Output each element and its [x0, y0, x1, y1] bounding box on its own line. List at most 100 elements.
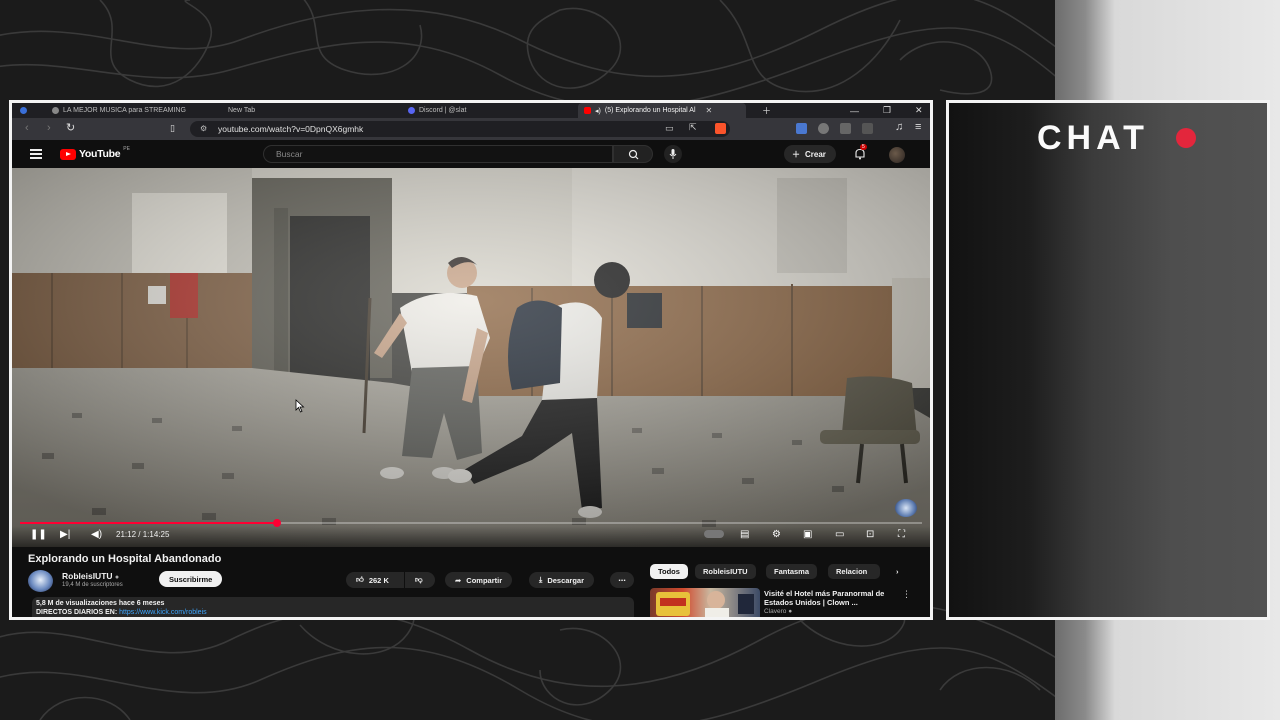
tab-youtube-active[interactable]: ◂) (5) Explorando un Hospital Al ✕ [578, 103, 746, 118]
live-indicator-dot [1176, 128, 1196, 148]
settings-gear-icon[interactable]: ⚙ [772, 529, 781, 540]
dislike-button[interactable]: 👎︎ [405, 572, 435, 588]
progress-played [20, 522, 277, 524]
miniplayer-icon[interactable]: ▣ [803, 529, 812, 540]
download-button[interactable]: ⤓ Descargar [529, 572, 595, 588]
views-and-date: 5,8 M de visualizaciones hace 6 meses [36, 600, 165, 607]
chips-next-icon[interactable]: › [888, 564, 907, 579]
tab-label: (5) Explorando un Hospital Al [604, 107, 696, 114]
notification-count-badge: 5 [860, 144, 867, 150]
tab-label: LA MEJOR MUSICA para STREAMING [63, 107, 186, 114]
speaker-icon: ◂) [595, 107, 601, 115]
tab-new-tab[interactable]: New Tab [222, 103, 392, 118]
search-input[interactable]: Buscar [263, 145, 613, 163]
current-time: 21:12 [116, 530, 137, 539]
search-button[interactable] [613, 145, 653, 163]
tab-music[interactable]: LA MEJOR MUSICA para STREAMING [46, 103, 216, 118]
youtube-play-icon [60, 148, 76, 160]
tab-pinned[interactable] [14, 103, 36, 118]
description-box[interactable]: 5,8 M de visualizaciones hace 6 meses DI… [32, 597, 634, 617]
share-arrow-icon: ➦ [455, 575, 462, 585]
subtitles-icon[interactable]: ▤ [740, 529, 749, 540]
description-link[interactable]: https://www.kick.com/robleis [119, 609, 207, 616]
extension-icon[interactable] [818, 123, 829, 134]
verified-icon: ● [114, 574, 120, 581]
subscriber-count: 19,4 M de suscriptores [62, 582, 123, 588]
voice-search-button[interactable] [664, 145, 682, 163]
tab-label: Discord | @slat [419, 107, 467, 114]
share-label: Compartir [466, 575, 503, 585]
more-actions-button[interactable]: ⋯ [610, 572, 634, 588]
url-field[interactable]: ⚙ youtube.com/watch?v=0DpnQX6gmhk [190, 121, 730, 137]
chip-channel[interactable]: RobleisIUTU [695, 564, 756, 579]
video-frame-image [12, 168, 930, 547]
recommended-title[interactable]: Visité el Hotel más Paranormal de Estado… [764, 589, 894, 607]
close-window-icon[interactable]: ✕ [915, 103, 923, 118]
share-button[interactable]: ➦ Compartir [445, 572, 513, 588]
youtube-header: YouTube PE Buscar ＋ Crear 5 [12, 140, 930, 168]
theater-mode-icon[interactable]: ▭ [835, 529, 844, 540]
forward-icon[interactable]: › [47, 122, 51, 134]
recommended-channel: Clavero ● [764, 608, 792, 615]
microphone-icon [669, 149, 677, 159]
channel-watermark[interactable] [895, 499, 917, 517]
thumbs-down-icon: 👎︎ [415, 575, 423, 584]
create-button[interactable]: ＋ Crear [784, 145, 836, 163]
chip-todos[interactable]: Todos [650, 564, 688, 579]
media-icon[interactable]: ♫ [895, 121, 903, 133]
translate-icon[interactable] [796, 123, 807, 134]
duration: 1:14:25 [142, 530, 170, 539]
browser-menu-icon[interactable]: ≡ [915, 121, 921, 133]
video-title: Explorando un Hospital Abandonado [28, 553, 222, 565]
autoplay-toggle[interactable] [704, 530, 724, 538]
like-button[interactable]: 👍︎ 262 K [346, 572, 404, 588]
volume-icon[interactable]: ◀) [91, 529, 102, 540]
brave-shield-icon[interactable] [715, 123, 726, 134]
restore-icon[interactable]: ❐ [883, 103, 891, 118]
youtube-logo-text: YouTube [79, 148, 121, 160]
pause-icon[interactable]: ❚❚ [30, 529, 47, 540]
reload-icon[interactable]: ↻ [66, 121, 75, 134]
download-label: Descargar [547, 575, 585, 585]
recommended-more-icon[interactable]: ⋮ [902, 589, 911, 600]
fullscreen-icon[interactable]: ⛶ [898, 529, 905, 540]
channel-name[interactable]: RobleisIUTU ● [62, 571, 119, 581]
discord-icon [408, 107, 415, 114]
back-icon[interactable]: ‹ [25, 122, 29, 134]
description-text: DIRECTOS DIARIOS EN: https://www.kick.co… [36, 609, 630, 616]
create-label: Crear [805, 149, 826, 159]
pinned-app-icon [20, 107, 27, 114]
chat-title: CHAT [1037, 119, 1149, 157]
chip-relacion[interactable]: Relacion [828, 564, 880, 579]
close-tab-icon[interactable]: ✕ [706, 106, 713, 115]
plus-icon: ＋ [792, 149, 800, 159]
sidebar-icon[interactable] [862, 123, 873, 134]
bookmark-icon[interactable]: ▯ [170, 123, 175, 134]
more-horizontal-icon: ⋯ [618, 575, 626, 585]
cast-to-tv-icon[interactable]: ⊡ [866, 529, 874, 540]
recommended-thumbnail[interactable] [650, 588, 760, 617]
search-icon [628, 149, 639, 160]
minimize-icon[interactable]: — [850, 103, 859, 118]
chip-fantasma[interactable]: Fantasma [766, 564, 818, 579]
region-code: PE [123, 146, 130, 152]
mouse-cursor-icon [295, 399, 305, 413]
verified-icon: ● [788, 608, 793, 615]
recommended-thumbnail-image [656, 591, 754, 617]
hamburger-menu-icon[interactable] [30, 149, 42, 159]
next-icon[interactable]: ▶| [60, 529, 70, 540]
tab-discord[interactable]: Discord | @slat [402, 103, 572, 118]
new-tab-icon[interactable]: ＋ [762, 103, 771, 118]
progress-scrubber[interactable] [273, 519, 281, 527]
cast-icon[interactable]: ▭ [665, 123, 674, 134]
youtube-logo[interactable]: YouTube PE [60, 146, 130, 160]
share-icon[interactable]: ⇱ [689, 122, 697, 133]
channel-name-text: RobleisIUTU [62, 571, 113, 581]
channel-avatar[interactable] [28, 570, 53, 592]
puzzle-icon[interactable] [840, 123, 851, 134]
site-info-icon[interactable]: ⚙ [200, 124, 207, 133]
video-info-section: Explorando un Hospital Abandonado Roblei… [12, 547, 930, 617]
video-player[interactable]: ❚❚ ▶| ◀) 21:12 / 1:14:25 ▤ ⚙ ▣ ▭ ⊡ ⛶ [12, 168, 930, 547]
account-avatar[interactable] [889, 147, 905, 163]
subscribe-button[interactable]: Suscribirme [159, 571, 223, 587]
